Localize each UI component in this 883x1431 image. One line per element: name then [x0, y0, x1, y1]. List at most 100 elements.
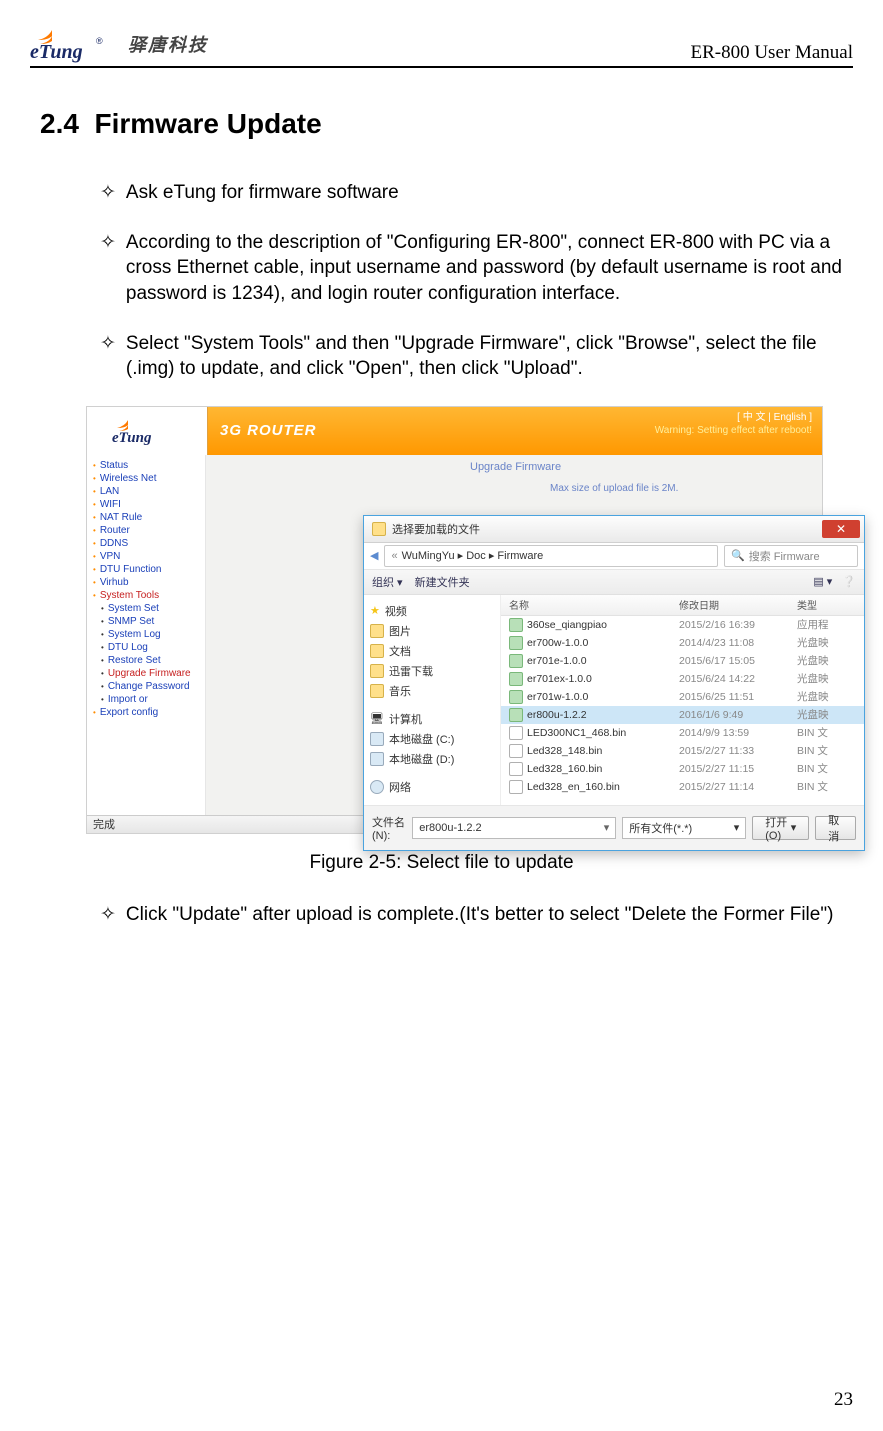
- sidebar-item[interactable]: •Status: [87, 459, 205, 472]
- screenshot-figure: eTung 3G ROUTER [ 中 文 | English ] Warnin…: [86, 406, 823, 834]
- sidebar-subitem[interactable]: •SNMP Set: [87, 615, 205, 628]
- svg-text:eTung: eTung: [112, 430, 152, 446]
- file-row[interactable]: er800u-1.2.22016/1/6 9:49光盘映: [501, 706, 864, 724]
- file-icon: [509, 744, 523, 758]
- bullet-item: ✧ Ask eTung for firmware software: [100, 180, 843, 206]
- sidebar-item[interactable]: •LAN: [87, 485, 205, 498]
- split-chevron-icon: ▾: [791, 821, 797, 834]
- sidebar-subitem[interactable]: •Change Password: [87, 680, 205, 693]
- file-icon: [509, 672, 523, 686]
- sidebar-location[interactable]: 文档: [368, 641, 496, 661]
- bullet-text: Select "System Tools" and then "Upgrade …: [126, 331, 843, 382]
- breadcrumb-path[interactable]: « WuMingYu ▸ Doc ▸ Firmware: [384, 545, 718, 567]
- sidebar-subitem[interactable]: •DTU Log: [87, 641, 205, 654]
- sidebar-location[interactable]: 本地磁盘 (D:): [368, 749, 496, 769]
- file-row[interactable]: er701ex-1.0.02015/6/24 14:22光盘映: [501, 670, 864, 688]
- file-icon: [509, 618, 523, 632]
- folder-icon: [372, 522, 386, 536]
- col-date-header[interactable]: 修改日期: [679, 595, 797, 615]
- nav-back-icon[interactable]: ◀: [370, 549, 378, 562]
- figure-caption: Figure 2-5: Select file to update: [30, 852, 853, 874]
- chevron-down-icon: ▾: [734, 821, 740, 834]
- bullet-item: ✧ Select "System Tools" and then "Upgrad…: [100, 331, 843, 382]
- sidebar-location[interactable]: 图片: [368, 621, 496, 641]
- search-input[interactable]: 🔍 搜索 Firmware: [724, 545, 858, 567]
- sidebar-item[interactable]: •Virhub: [87, 576, 205, 589]
- router-sidebar: •Status•Wireless Net•LAN•WIFI•NAT Rule•R…: [87, 455, 206, 833]
- search-icon: 🔍: [731, 549, 745, 562]
- etung-logo-icon: eTung ®: [30, 24, 122, 64]
- sidebar-item[interactable]: •Wireless Net: [87, 472, 205, 485]
- cancel-button[interactable]: 取消: [815, 816, 856, 840]
- sidebar-item[interactable]: •DTU Function: [87, 563, 205, 576]
- diamond-icon: ✧: [100, 230, 116, 307]
- sidebar-subitem[interactable]: •Import or: [87, 693, 205, 706]
- col-name-header[interactable]: 名称: [501, 595, 679, 615]
- sidebar-item[interactable]: •DDNS: [87, 537, 205, 550]
- file-row[interactable]: LED300NC1_468.bin2014/9/9 13:59BIN 文: [501, 724, 864, 742]
- organize-menu[interactable]: 组织 ▾: [372, 574, 403, 590]
- sidebar-item[interactable]: •WIFI: [87, 498, 205, 511]
- document-title: ER-800 User Manual: [690, 42, 853, 64]
- open-button[interactable]: 打开(O) ▾: [752, 816, 809, 840]
- bullet-text: Click "Update" after upload is complete.…: [126, 902, 834, 928]
- file-row[interactable]: er701w-1.0.02015/6/25 11:51光盘映: [501, 688, 864, 706]
- file-type-filter[interactable]: 所有文件(*.*) ▾: [622, 817, 746, 839]
- diamond-icon: ✧: [100, 902, 116, 928]
- file-row[interactable]: Led328_en_160.bin2015/2/27 11:14BIN 文: [501, 778, 864, 796]
- view-options-icon[interactable]: ▤ ▾: [813, 575, 832, 588]
- dialog-bottom-bar: 文件名(N): er800u-1.2.2 ▾ 所有文件(*.*) ▾ 打开(O)…: [364, 805, 864, 850]
- sidebar-subitem[interactable]: •System Log: [87, 628, 205, 641]
- sidebar-location[interactable]: ★视频: [368, 601, 496, 621]
- sidebar-item[interactable]: •NAT Rule: [87, 511, 205, 524]
- file-icon: [509, 708, 523, 722]
- close-button[interactable]: ✕: [822, 520, 860, 538]
- sidebar-item[interactable]: •Router: [87, 524, 205, 537]
- diamond-icon: ✧: [100, 180, 116, 206]
- bullet-text: Ask eTung for firmware software: [126, 180, 399, 206]
- language-switch[interactable]: [ 中 文 | English ]: [655, 411, 812, 424]
- logo-chinese: 驿唐科技: [128, 31, 208, 57]
- sidebar-location[interactable]: 音乐: [368, 681, 496, 701]
- file-icon: [509, 726, 523, 740]
- file-list: 名称 修改日期 类型 360se_qiangpiao2015/2/16 16:3…: [501, 595, 864, 805]
- chevron-down-icon[interactable]: ▾: [604, 821, 610, 834]
- sidebar-item[interactable]: •Export config: [87, 706, 205, 719]
- logo-text: eTung: [30, 41, 83, 63]
- sidebar-item[interactable]: •System Tools: [87, 589, 205, 602]
- section-heading: 2.4 Firmware Update: [40, 108, 853, 140]
- sidebar-group-header[interactable]: 🖥计算机: [368, 709, 496, 729]
- sidebar-subitem[interactable]: •Upgrade Firmware: [87, 667, 205, 680]
- help-icon[interactable]: ❔: [842, 575, 856, 588]
- filename-label: 文件名(N):: [372, 814, 406, 842]
- file-row[interactable]: Led328_148.bin2015/2/27 11:33BIN 文: [501, 742, 864, 760]
- sidebar-location[interactable]: 迅雷下载: [368, 661, 496, 681]
- col-type-header[interactable]: 类型: [797, 595, 864, 615]
- bullet-item: ✧ Click "Update" after upload is complet…: [100, 902, 843, 928]
- bullet-text: According to the description of "Configu…: [126, 230, 843, 307]
- sidebar-item[interactable]: •VPN: [87, 550, 205, 563]
- file-row[interactable]: er700w-1.0.02014/4/23 11:08光盘映: [501, 634, 864, 652]
- file-icon: [509, 780, 523, 794]
- new-folder-button[interactable]: 新建文件夹: [415, 574, 470, 590]
- status-left: 完成: [93, 816, 115, 832]
- filename-input[interactable]: er800u-1.2.2 ▾: [412, 817, 616, 839]
- sidebar-subitem[interactable]: •Restore Set: [87, 654, 205, 667]
- sidebar-location[interactable]: 本地磁盘 (C:): [368, 729, 496, 749]
- bullet-item: ✧ According to the description of "Confi…: [100, 230, 843, 307]
- router-header-bar: eTung 3G ROUTER [ 中 文 | English ] Warnin…: [87, 407, 822, 455]
- file-row[interactable]: er701e-1.0.02015/6/17 15:05光盘映: [501, 652, 864, 670]
- sidebar-subitem[interactable]: •System Set: [87, 602, 205, 615]
- file-row[interactable]: Led328_160.bin2015/2/27 11:15BIN 文: [501, 760, 864, 778]
- brand-logo: eTung ® 驿唐科技: [30, 24, 208, 64]
- dialog-sidebar: ★视频图片文档迅雷下载音乐 🖥计算机本地磁盘 (C:)本地磁盘 (D:) 网络: [364, 595, 501, 805]
- diamond-icon: ✧: [100, 331, 116, 382]
- router-title: 3G ROUTER: [220, 422, 317, 439]
- file-icon: [509, 762, 523, 776]
- dialog-titlebar: 选择要加载的文件 ✕: [364, 516, 864, 543]
- sidebar-location[interactable]: 网络: [368, 777, 496, 797]
- file-icon: [509, 690, 523, 704]
- router-logo: eTung: [87, 407, 208, 455]
- file-open-dialog: 选择要加载的文件 ✕ ◀ « WuMingYu ▸ Doc ▸ Firmware…: [363, 515, 865, 851]
- file-row[interactable]: 360se_qiangpiao2015/2/16 16:39应用程: [501, 616, 864, 634]
